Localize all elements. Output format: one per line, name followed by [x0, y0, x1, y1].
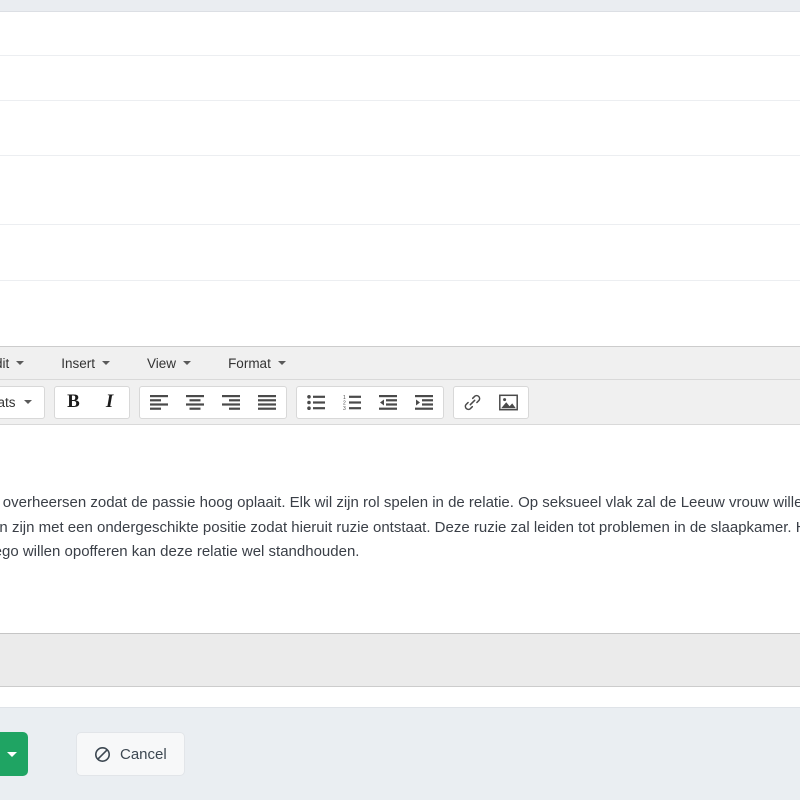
align-right-button[interactable] — [213, 387, 249, 418]
insert-group — [452, 385, 529, 419]
editor-toolbar: Formats B I — [0, 380, 800, 425]
cancel-button-label: Cancel — [120, 745, 167, 763]
align-justify-button[interactable] — [249, 387, 285, 418]
link-icon — [464, 394, 481, 410]
bold-button[interactable]: B — [56, 387, 92, 418]
align-right-icon — [221, 394, 240, 410]
form-row[interactable] — [0, 281, 800, 346]
align-center-icon — [185, 394, 204, 410]
form-row[interactable] — [0, 56, 800, 101]
formats-label: Formats — [0, 394, 16, 410]
chevron-down-icon — [23, 400, 32, 404]
submit-split-button: ck — [0, 732, 28, 776]
form-row[interactable] — [0, 101, 800, 156]
submit-dropdown-toggle[interactable] — [0, 732, 28, 776]
menu-format-label: Format — [228, 355, 271, 371]
form-row[interactable] — [0, 225, 800, 281]
italic-button[interactable]: I — [92, 387, 128, 418]
editor-menubar: dit Insert View Format — [0, 347, 800, 380]
menu-edit-label: dit — [0, 355, 10, 371]
svg-text:3: 3 — [343, 406, 346, 410]
bullet-list-icon — [306, 394, 325, 410]
outdent-icon — [378, 394, 397, 410]
chevron-down-icon — [183, 361, 192, 365]
text-style-group: B I — [53, 385, 130, 419]
content-paragraph: Beide personen willen de relatie overhee… — [0, 494, 800, 560]
chevron-down-icon — [277, 361, 286, 365]
outdent-button[interactable] — [370, 387, 406, 418]
form-fields-card — [0, 13, 800, 346]
content-edit-page: dit Insert View Format Formats — [0, 0, 800, 800]
formats-group: Formats — [0, 385, 45, 419]
cancel-button[interactable]: Cancel — [76, 732, 185, 776]
chevron-down-icon — [16, 361, 25, 365]
form-row[interactable] — [0, 156, 800, 225]
align-left-icon — [149, 394, 168, 410]
alignment-group — [138, 385, 287, 419]
chevron-down-icon — [102, 361, 111, 365]
menu-view[interactable]: View — [134, 351, 204, 376]
editor-statusbar: p — [0, 633, 800, 686]
align-justify-icon — [257, 394, 276, 410]
align-left-button[interactable] — [141, 387, 177, 418]
page-header-strip — [0, 0, 800, 12]
form-row[interactable] — [0, 13, 800, 56]
chevron-down-icon — [6, 751, 17, 757]
numbered-list-button[interactable]: 1 2 3 — [334, 387, 370, 418]
menu-insert-label: Insert — [61, 355, 96, 371]
ban-icon — [95, 746, 110, 762]
bold-icon: B — [67, 391, 80, 412]
italic-icon: I — [105, 391, 114, 412]
content-heading: Ram in relatie — [0, 446, 800, 473]
editor-document: Ram in relatie Beide personen willen de … — [0, 434, 800, 565]
image-button[interactable] — [491, 387, 527, 418]
menu-edit[interactable]: dit — [0, 351, 37, 376]
form-action-bar: ck Cancel — [0, 707, 800, 800]
list-indent-group: 1 2 3 — [295, 385, 444, 419]
menu-view-label: View — [147, 355, 177, 371]
bullet-list-button[interactable] — [298, 387, 334, 418]
menu-insert[interactable]: Insert — [48, 351, 123, 376]
image-icon — [499, 394, 518, 410]
numbered-list-icon: 1 2 3 — [343, 395, 361, 410]
editor-content-area[interactable]: Ram in relatie Beide personen willen de … — [0, 425, 800, 633]
link-button[interactable] — [455, 387, 491, 418]
align-center-button[interactable] — [177, 387, 213, 418]
indent-button[interactable] — [406, 387, 442, 418]
formats-dropdown[interactable]: Formats — [0, 387, 43, 418]
indent-icon — [414, 394, 433, 410]
rich-text-editor: dit Insert View Format Formats — [0, 346, 800, 687]
menu-format[interactable]: Format — [215, 351, 299, 376]
